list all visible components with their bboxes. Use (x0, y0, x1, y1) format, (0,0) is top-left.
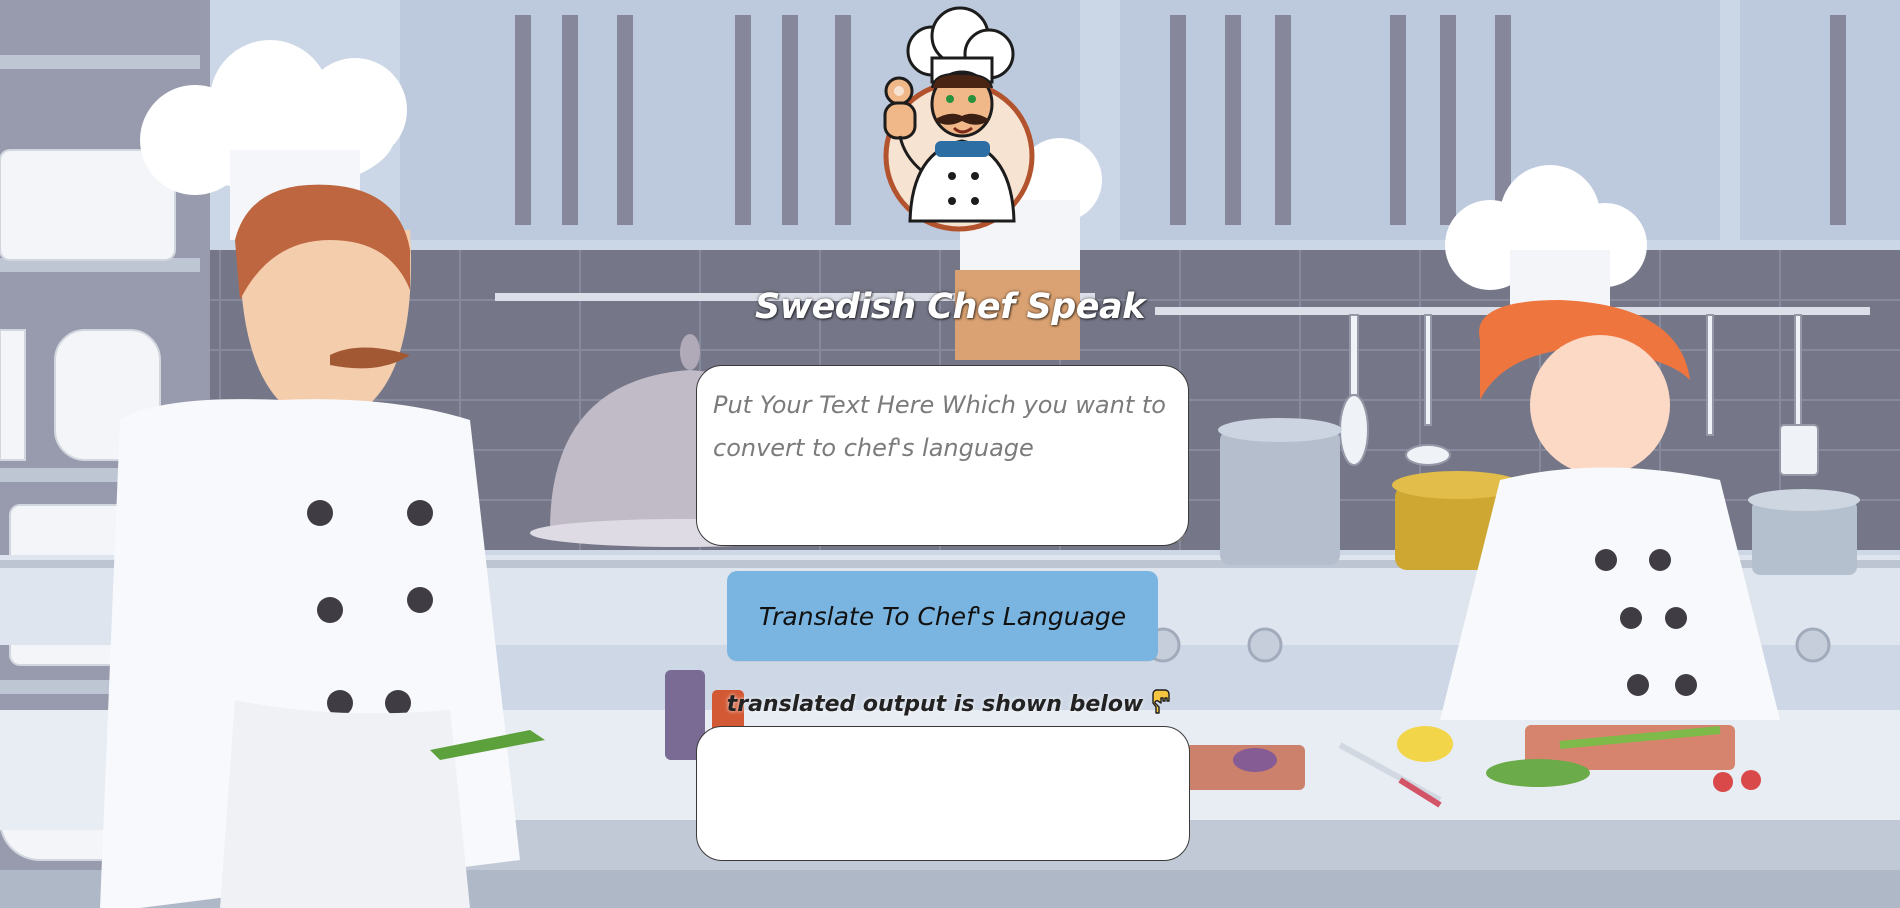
source-text-input[interactable] (696, 365, 1189, 546)
pointing-down-hand-icon (1152, 689, 1170, 714)
output-caption: translated output is shown below (700, 688, 1200, 717)
chef-logo-icon (883, 6, 1035, 232)
translated-output-box (696, 726, 1190, 861)
output-caption-text: translated output is shown below (726, 692, 1144, 717)
chef-mascot-logo (862, 6, 1047, 236)
translate-button[interactable]: Translate To Chef's Language (727, 571, 1158, 661)
resize-grip-icon[interactable] (1176, 533, 1186, 543)
page-title: Swedish Chef Speak (755, 287, 1145, 327)
